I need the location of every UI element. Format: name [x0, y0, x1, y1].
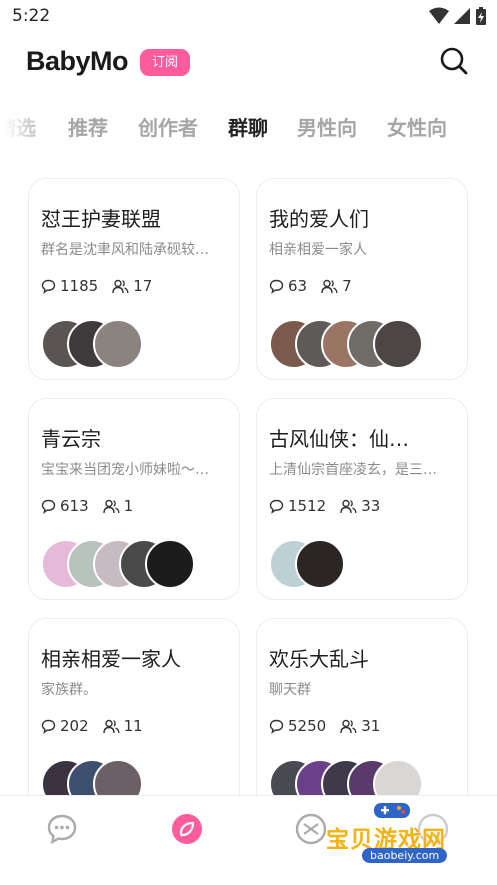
tabs-fade-left — [0, 104, 50, 148]
member-stat: 11 — [102, 717, 143, 735]
search-icon[interactable] — [439, 46, 469, 76]
group-card[interactable]: 我的爱人们 相亲相爱一家人 63 7 — [256, 178, 468, 380]
card-stats: 1512 33 — [269, 497, 394, 515]
group-card[interactable]: 青云宗 宝宝来当团宠小师妹啦～… 613 1 — [28, 398, 240, 600]
comment-icon — [269, 279, 284, 294]
avatar — [93, 319, 143, 369]
comment-count: 5250 — [288, 717, 327, 735]
card-stats: 63 7 — [269, 277, 366, 295]
status-time: 5:22 — [12, 6, 51, 26]
app-logo: BabyMo — [26, 46, 129, 76]
card-description: 相亲相爱一家人 — [269, 242, 367, 258]
comment-count: 1512 — [288, 497, 327, 515]
avatar — [145, 539, 195, 589]
group-card[interactable]: 怼王护妻联盟 群名是沈聿风和陆承砚较… 1185 17 — [28, 178, 240, 380]
card-title: 我的爱人们 — [269, 207, 369, 231]
card-description: 家族群。 — [41, 682, 97, 698]
category-tabs: 精选 推荐 创作者 群聊 男性向 女性向 — [0, 104, 497, 148]
member-count: 17 — [133, 277, 153, 295]
tabs-fade-right — [457, 104, 497, 148]
comment-icon — [41, 719, 56, 734]
member-count: 33 — [361, 497, 381, 515]
comment-count: 1185 — [60, 277, 99, 295]
card-stats: 5250 31 — [269, 717, 394, 735]
avatar — [295, 539, 345, 589]
discover-icon[interactable] — [170, 812, 204, 846]
members-icon — [340, 719, 357, 733]
watermark-url: baobeiy.com — [362, 848, 448, 863]
member-count: 7 — [342, 277, 352, 295]
tab-recommended[interactable]: 推荐 — [68, 112, 108, 141]
card-title: 青云宗 — [41, 427, 101, 451]
card-title: 欢乐大乱斗 — [269, 647, 369, 671]
battery-icon — [476, 7, 486, 25]
comment-stat: 1185 — [41, 277, 98, 295]
app-header: BabyMo 订阅 — [0, 36, 497, 92]
member-stat: 17 — [112, 277, 152, 295]
card-title: 相亲相爱一家人 — [41, 647, 181, 671]
comment-count: 202 — [60, 717, 89, 735]
comment-stat: 1512 — [269, 497, 326, 515]
group-card[interactable]: 古风仙侠：仙… 上清仙宗首座凌玄，是三… 1512 33 — [256, 398, 468, 600]
status-bar: 5:22 — [0, 0, 497, 34]
wifi-icon — [429, 7, 449, 24]
member-count: 11 — [123, 717, 143, 735]
avatar — [373, 319, 423, 369]
watermark: 宝贝游戏网 baobeiy.com — [318, 800, 468, 870]
tab-creators[interactable]: 创作者 — [138, 112, 198, 141]
card-description: 宝宝来当团宠小师妹啦～… — [41, 462, 209, 478]
tab-group-chat[interactable]: 群聊 — [228, 112, 268, 141]
comment-icon — [41, 499, 56, 514]
member-stat: 33 — [340, 497, 380, 515]
members-icon — [340, 499, 357, 513]
gamepad-icon — [374, 803, 410, 818]
comment-icon — [41, 279, 56, 294]
card-description: 上清仙宗首座凌玄，是三… — [269, 462, 437, 478]
tab-female-oriented[interactable]: 女性向 — [387, 112, 447, 141]
comment-stat: 202 — [41, 717, 89, 735]
comment-stat: 5250 — [269, 717, 326, 735]
comment-stat: 613 — [41, 497, 89, 515]
member-stat: 1 — [102, 497, 134, 515]
comment-icon — [269, 719, 284, 734]
members-icon — [102, 719, 120, 733]
member-count: 31 — [361, 717, 381, 735]
card-stats: 613 1 — [41, 497, 147, 515]
subscribe-button[interactable]: 订阅 — [140, 49, 190, 76]
card-stats: 1185 17 — [41, 277, 166, 295]
members-icon — [321, 279, 338, 293]
member-stat: 31 — [340, 717, 380, 735]
card-title: 古风仙侠：仙… — [269, 427, 409, 451]
comment-icon — [269, 499, 284, 514]
member-count: 1 — [123, 497, 134, 515]
tab-male-oriented[interactable]: 男性向 — [297, 112, 357, 141]
card-stats: 202 11 — [41, 717, 157, 735]
comment-count: 63 — [288, 277, 308, 295]
comment-stat: 63 — [269, 277, 307, 295]
member-stat: 7 — [321, 277, 352, 295]
members-icon — [102, 499, 120, 513]
card-description: 聊天群 — [269, 682, 311, 698]
comment-count: 613 — [60, 497, 89, 515]
card-description: 群名是沈聿风和陆承砚较… — [41, 242, 209, 258]
chat-icon[interactable] — [45, 812, 79, 846]
members-icon — [112, 279, 129, 293]
status-icons — [429, 6, 487, 26]
card-title: 怼王护妻联盟 — [41, 207, 161, 231]
signal-icon — [454, 8, 470, 24]
